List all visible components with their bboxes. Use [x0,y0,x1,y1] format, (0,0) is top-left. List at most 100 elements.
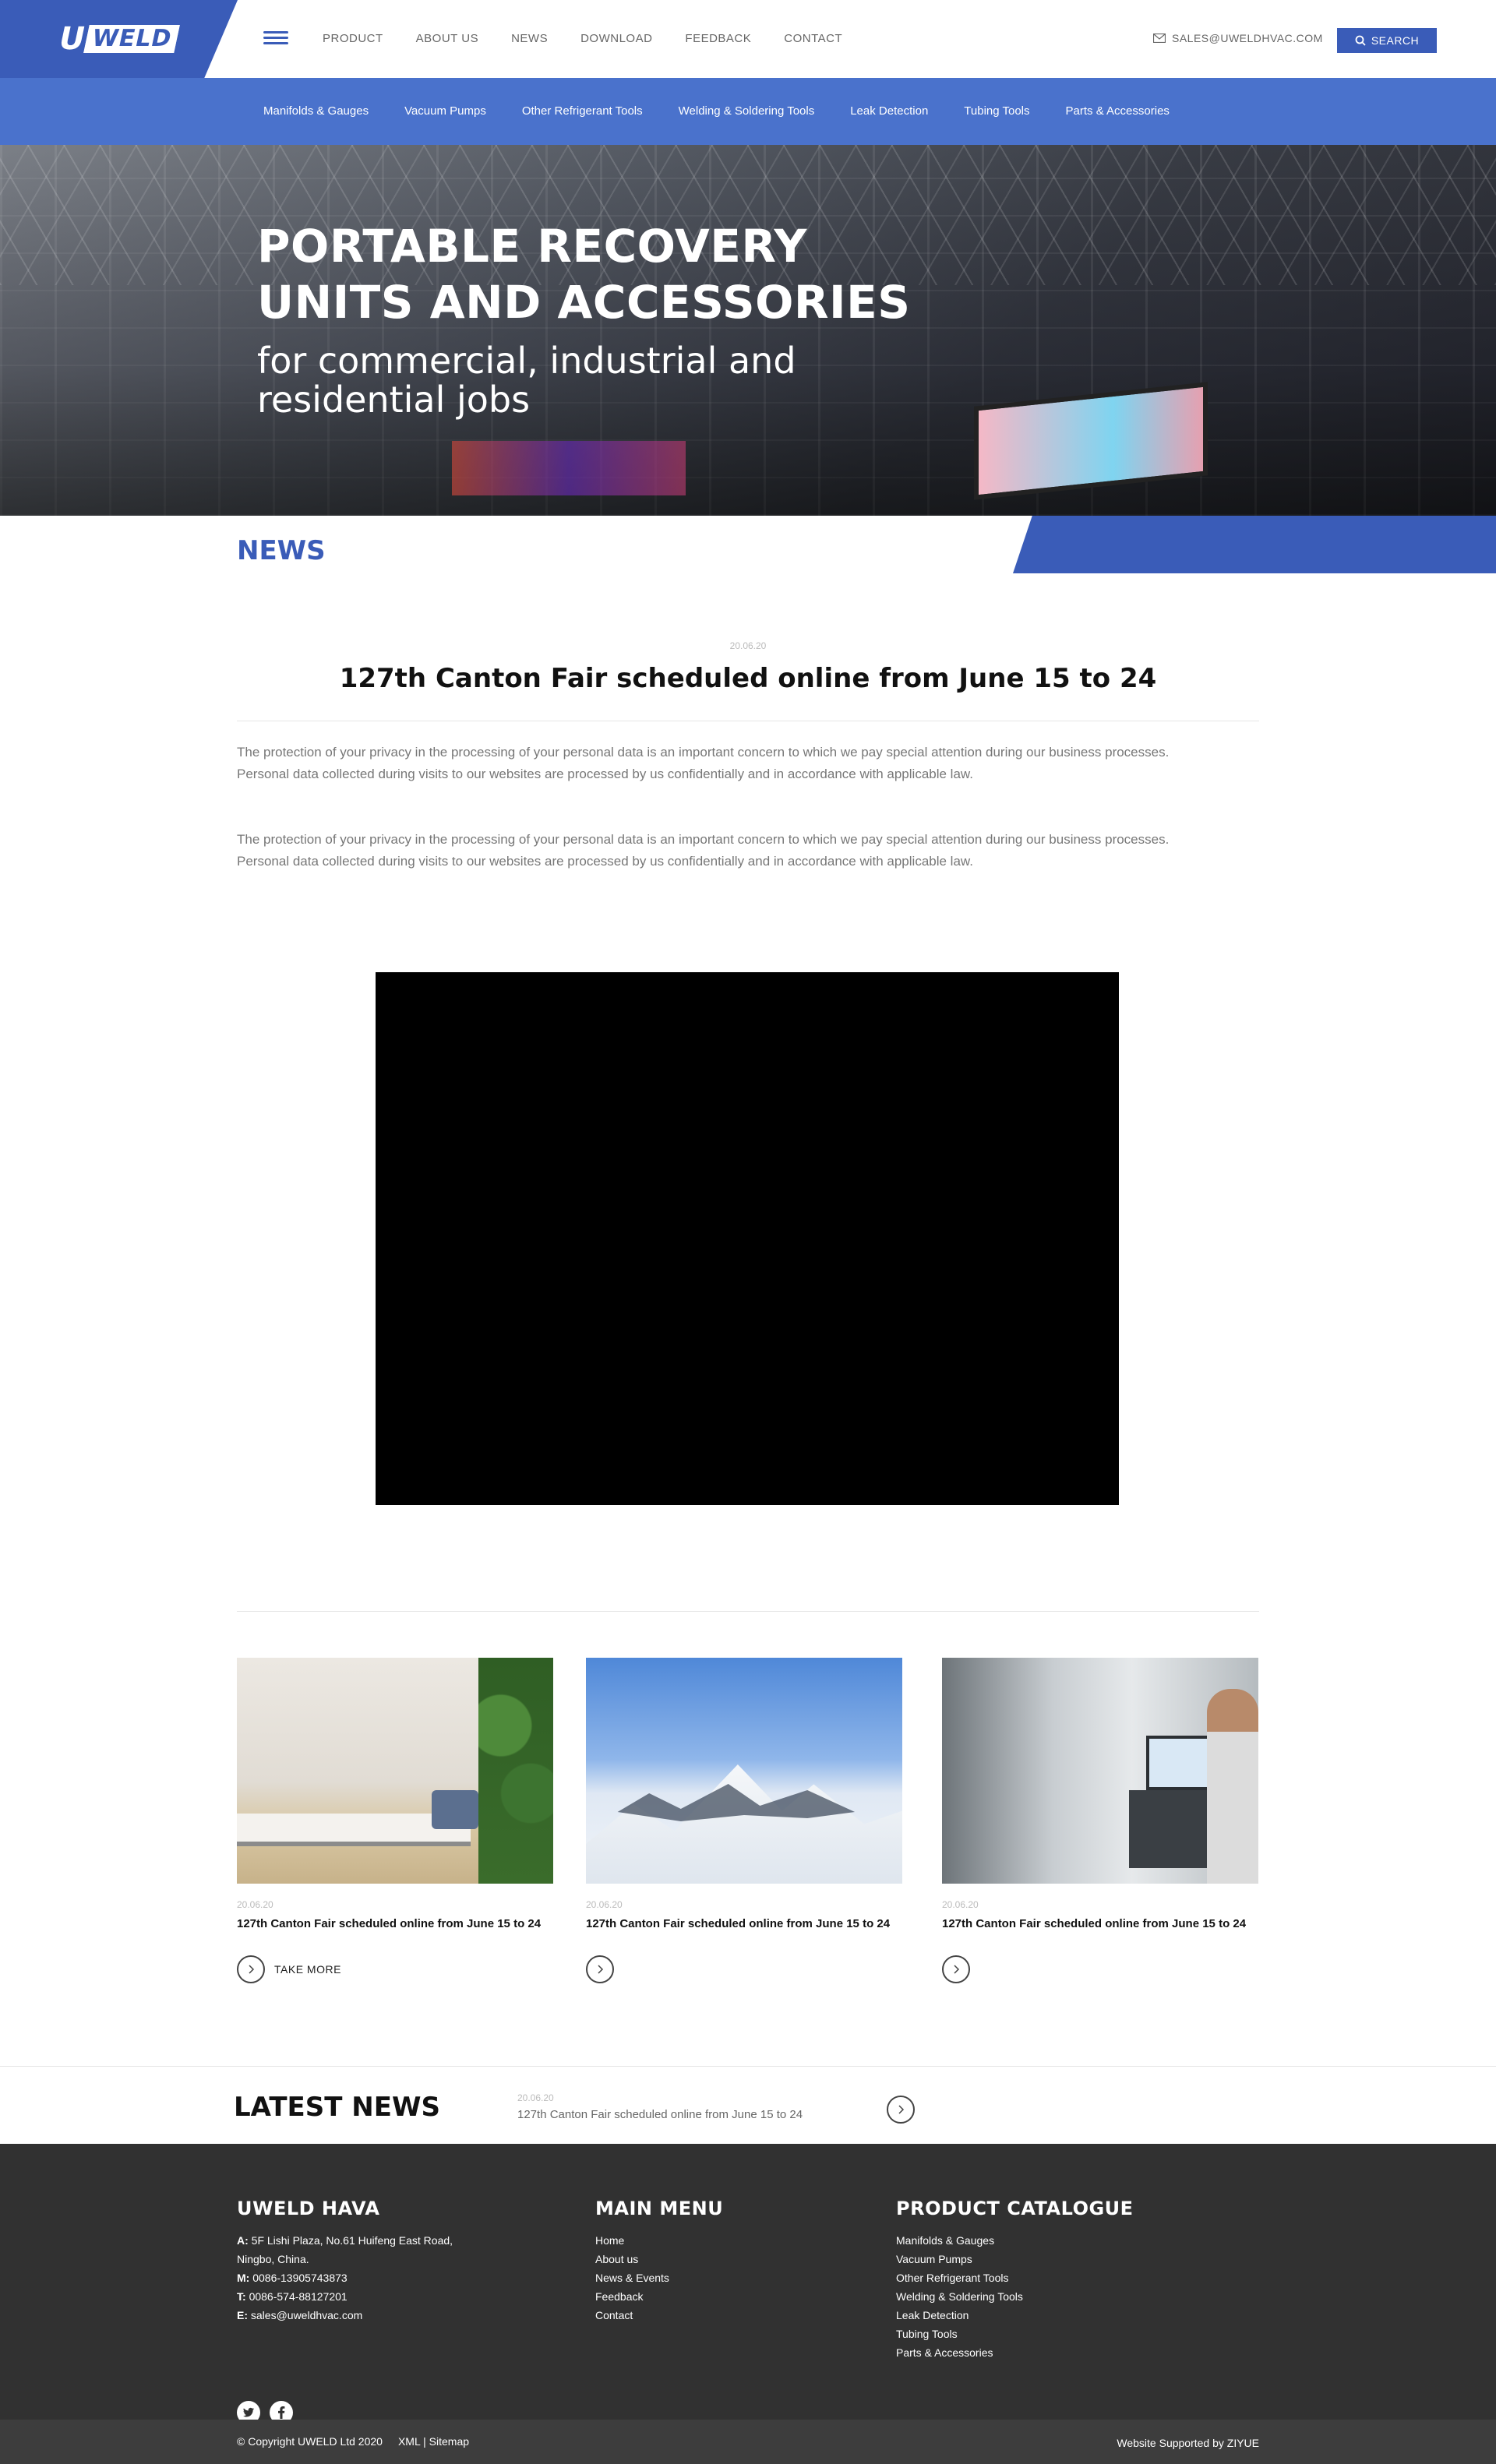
news-card-image-office[interactable] [237,1658,553,1884]
category-leak-detection[interactable]: Leak Detection [850,104,928,119]
footer-company-title: UWELD HAVA [237,2198,380,2219]
category-parts-accessories[interactable]: Parts & Accessories [1066,104,1170,119]
hero-subtitle: for commercial, industrial and residenti… [257,341,796,419]
take-more-link[interactable]: TAKE MORE [237,1955,553,1983]
hero-subtitle-line-1: for commercial, industrial and [257,340,796,382]
news-card-image-mountains[interactable] [586,1658,902,1884]
hero-banner: PORTABLE RECOVERY UNITS AND ACCESSORIES … [0,145,1496,516]
news-section-band: NEWS [0,516,1496,573]
news-card-title[interactable]: 127th Canton Fair scheduled online from … [586,1916,894,1932]
arrow-right-icon[interactable] [942,1955,970,1983]
category-vacuum-pumps[interactable]: Vacuum Pumps [404,104,486,119]
news-card-title[interactable]: 127th Canton Fair scheduled online from … [942,1916,1251,1932]
article-date: 20.06.20 [729,640,767,651]
search-label: SEARCH [1371,34,1420,47]
footer-menu-title: MAIN MENU [595,2198,724,2219]
footer-link-news-events[interactable]: News & Events [595,2268,723,2287]
latest-news-date: 20.06.20 [517,2092,554,2103]
header-email-text: SALES@UWELDHVAC.COM [1172,32,1323,44]
nav-news[interactable]: NEWS [511,31,548,47]
footer-link-feedback[interactable]: Feedback [595,2287,723,2306]
latest-divider [0,2066,1496,2067]
news-card-date: 20.06.20 [237,1899,273,1910]
article-paragraph-1: The protection of your privacy in the pr… [237,745,1170,781]
bottom-bar: © Copyright UWELD Ltd 2020 XML | Sitemap… [0,2420,1496,2464]
footer-main-menu: MAIN MENU Home About us News & Events Fe… [595,2197,723,2325]
footer-cat-leak-detection[interactable]: Leak Detection [896,2306,1134,2325]
chair [432,1790,478,1829]
footer-email[interactable]: E: sales@uweldhvac.com [237,2306,453,2325]
news-card[interactable]: 20.06.20 127th Canton Fair scheduled onl… [942,1658,1258,1983]
category-bar: Manifolds & Gauges Vacuum Pumps Other Re… [0,78,1496,145]
hero-billboard [974,382,1208,500]
footer-tel: T: 0086-574-88127201 [237,2290,348,2303]
arrow-right-icon[interactable] [237,1955,265,1983]
search-button[interactable]: SEARCH [1337,28,1437,53]
category-welding-soldering-tools[interactable]: Welding & Soldering Tools [679,104,815,119]
search-icon [1355,35,1366,46]
news-card[interactable]: 20.06.20 127th Canton Fair scheduled onl… [586,1658,902,1983]
latest-news-headline[interactable]: 127th Canton Fair scheduled online from … [517,2108,803,2121]
top-nav: PRODUCT ABOUT US NEWS DOWNLOAD FEEDBACK … [323,31,875,47]
site-header: U WELD PRODUCT ABOUT US NEWS DOWNLOAD FE… [0,0,1496,78]
hero-title-line-1: PORTABLE RECOVERY [257,220,807,273]
footer-cat-vacuum-pumps[interactable]: Vacuum Pumps [896,2250,1134,2268]
copyright: © Copyright UWELD Ltd 2020 [237,2435,383,2448]
news-card[interactable]: 20.06.20 127th Canton Fair scheduled onl… [237,1658,553,1983]
footer-link-contact[interactable]: Contact [595,2306,723,2325]
arrow-right-icon[interactable] [586,1955,614,1983]
site-footer: UWELD HAVA A: 5F Lishi Plaza, No.61 Huif… [0,2144,1496,2424]
footer-cat-welding-soldering-tools[interactable]: Welding & Soldering Tools [896,2287,1134,2306]
more-link[interactable] [586,1955,902,1983]
plant-wall [478,1658,553,1884]
footer-product-catalogue: PRODUCT CATALOGUE Manifolds & Gauges Vac… [896,2197,1134,2362]
latest-next-arrow-icon[interactable] [887,2096,915,2124]
footer-cat-manifolds-gauges[interactable]: Manifolds & Gauges [896,2231,1134,2250]
news-card-title[interactable]: 127th Canton Fair scheduled online from … [237,1916,545,1932]
category-other-refrigerant-tools[interactable]: Other Refrigerant Tools [522,104,643,119]
category-manifolds-gauges[interactable]: Manifolds & Gauges [263,104,369,119]
footer-cat-other-refrigerant-tools[interactable]: Other Refrigerant Tools [896,2268,1134,2287]
more-link[interactable] [942,1955,1258,1983]
footer-catalogue-title: PRODUCT CATALOGUE [896,2198,1134,2219]
header-email[interactable]: SALES@UWELDHVAC.COM [1153,32,1323,44]
footer-mobile: M: 0086-13905743873 [237,2272,348,2284]
page: U WELD PRODUCT ABOUT US NEWS DOWNLOAD FE… [0,0,1496,2464]
hero-subtitle-line-2: residential jobs [257,379,531,421]
article-paragraph-2: The protection of your privacy in the pr… [237,832,1170,869]
logo-text: WELD [83,25,180,53]
xml-sitemap-link[interactable]: XML | Sitemap [398,2435,469,2448]
hero-title-line-2: UNITS AND ACCESSORIES [257,276,911,329]
footer-link-about[interactable]: About us [595,2250,723,2268]
news-slant-decoration [1013,516,1496,573]
article-title: 127th Canton Fair scheduled online from … [339,663,1157,694]
section-label: NEWS [237,535,326,566]
nav-contact[interactable]: CONTACT [784,31,842,47]
nav-download[interactable]: DOWNLOAD [580,31,652,47]
nav-product[interactable]: PRODUCT [323,31,383,47]
operator [1207,1689,1258,1884]
nav-feedback[interactable]: FEEDBACK [685,31,751,47]
category-tubing-tools[interactable]: Tubing Tools [964,104,1029,119]
latest-news-title: LATEST NEWS [234,2092,440,2123]
take-more-label[interactable]: TAKE MORE [274,1963,341,1976]
footer-address-line-2: Ningbo, China. [237,2253,309,2265]
content-divider [237,1611,1259,1612]
footer-address: A: 5F Lishi Plaza, No.61 Huifeng East Ro… [237,2234,453,2247]
footer-cat-parts-accessories[interactable]: Parts & Accessories [896,2343,1134,2362]
menu-icon[interactable] [263,31,288,47]
footer-cat-tubing-tools[interactable]: Tubing Tools [896,2325,1134,2343]
logo[interactable]: U WELD [55,21,181,57]
footer-link-home[interactable]: Home [595,2231,723,2250]
site-credit[interactable]: Website Supported by ZIYUE [1117,2437,1259,2449]
hero-shop-lights [452,441,686,495]
news-card-image-machine[interactable] [942,1658,1258,1884]
nav-about-us[interactable]: ABOUT US [416,31,478,47]
news-card-date: 20.06.20 [586,1899,623,1910]
video-player[interactable] [376,972,1119,1505]
mail-icon [1153,33,1166,43]
news-card-date: 20.06.20 [942,1899,979,1910]
hero-title: PORTABLE RECOVERY UNITS AND ACCESSORIES [257,218,911,330]
footer-company: UWELD HAVA A: 5F Lishi Plaza, No.61 Huif… [237,2197,453,2424]
snow-mountain [586,1764,902,1884]
